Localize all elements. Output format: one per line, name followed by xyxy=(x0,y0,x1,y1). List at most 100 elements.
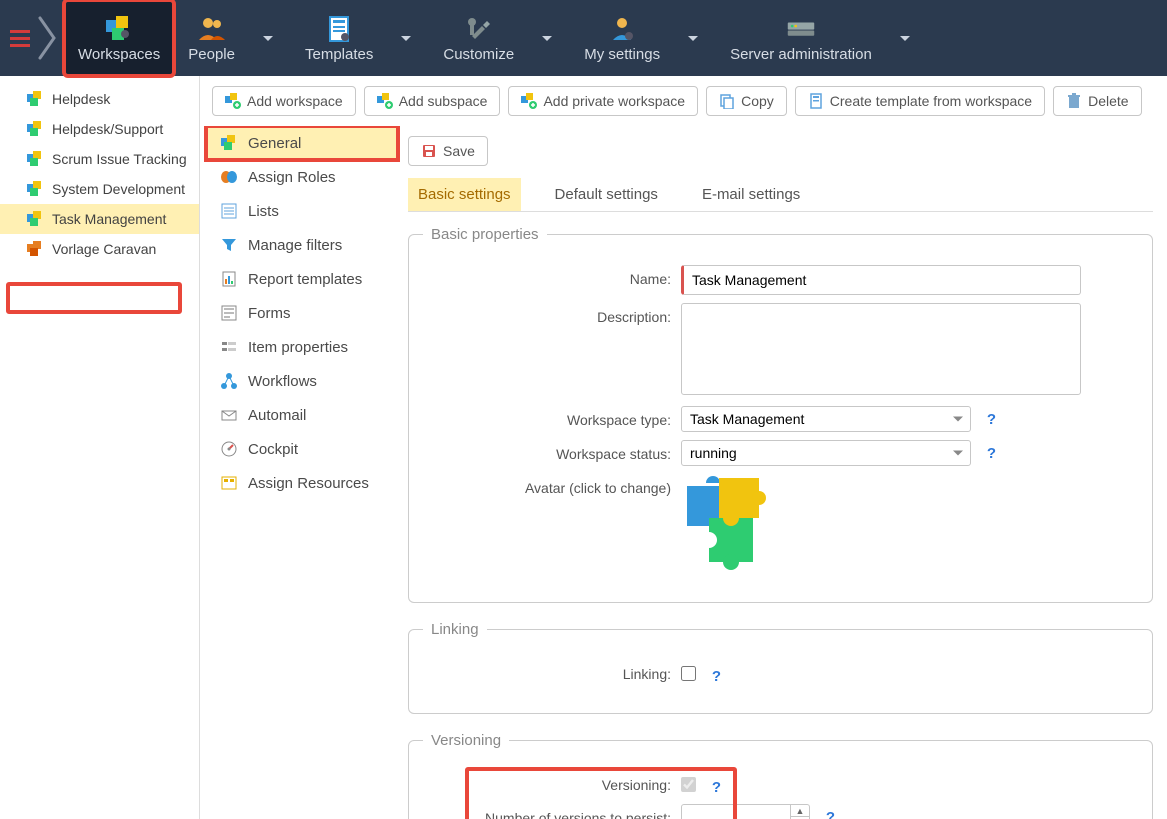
workspace-type-label: Workspace type: xyxy=(423,406,671,428)
chevron-down-icon[interactable] xyxy=(401,36,411,41)
description-label: Description: xyxy=(423,303,671,325)
add-subspace-button[interactable]: Add subspace xyxy=(364,86,501,116)
settings-nav-report-templates[interactable]: Report templates xyxy=(206,262,398,296)
masks-icon xyxy=(220,168,238,186)
nav-label: Customize xyxy=(443,46,514,63)
resources-icon xyxy=(220,474,238,492)
settings-nav-workflows[interactable]: Workflows xyxy=(206,364,398,398)
button-label: Copy xyxy=(741,93,774,109)
settings-nav-label: Report templates xyxy=(248,271,362,288)
nav-my-settings[interactable]: My settings xyxy=(570,0,674,76)
settings-nav-cockpit[interactable]: Cockpit xyxy=(206,432,398,466)
help-icon[interactable]: ? xyxy=(987,411,996,428)
nav-templates[interactable]: Templates xyxy=(291,0,387,76)
settings-nav-manage-filters[interactable]: Manage filters xyxy=(206,228,398,262)
versioning-label: Versioning: xyxy=(423,771,671,793)
nav-server-admin[interactable]: Server administration xyxy=(716,0,886,76)
puzzle-icon xyxy=(26,210,44,228)
nav-label: Server administration xyxy=(730,46,872,63)
tree-item-helpdesk-support[interactable]: Helpdesk/Support xyxy=(0,114,199,144)
tree-item-vorlage[interactable]: Vorlage Caravan xyxy=(0,234,199,264)
versions-persist-input[interactable] xyxy=(681,804,791,819)
button-label: Add workspace xyxy=(247,93,343,109)
description-textarea[interactable] xyxy=(681,303,1081,395)
chevron-down-icon[interactable] xyxy=(688,36,698,41)
form-icon xyxy=(220,304,238,322)
tree-label: Vorlage Caravan xyxy=(52,241,156,257)
settings-nav-item-properties[interactable]: Item properties xyxy=(206,330,398,364)
chevron-down-icon[interactable] xyxy=(542,36,552,41)
tree-label: Helpdesk/Support xyxy=(52,121,163,137)
add-workspace-button[interactable]: Add workspace xyxy=(212,86,356,116)
automail-icon xyxy=(220,406,238,424)
save-button[interactable]: Save xyxy=(408,136,488,166)
nav-label: People xyxy=(188,46,235,63)
create-template-button[interactable]: Create template from workspace xyxy=(795,86,1045,116)
settings-tabs: Basic settings Default settings E-mail s… xyxy=(408,178,1153,212)
fieldset-legend: Versioning xyxy=(423,732,509,749)
button-label: Add private workspace xyxy=(543,93,685,109)
fieldset-legend: Linking xyxy=(423,621,487,638)
puzzle-icon xyxy=(26,150,44,168)
hamburger-icon[interactable] xyxy=(6,26,34,51)
settings-nav-assign-resources[interactable]: Assign Resources xyxy=(206,466,398,500)
tree-item-scrum[interactable]: Scrum Issue Tracking xyxy=(0,144,199,174)
button-label: Delete xyxy=(1088,93,1128,109)
settings-nav-label: Lists xyxy=(248,203,279,220)
puzzle-icon xyxy=(26,240,44,258)
settings-nav-lists[interactable]: Lists xyxy=(206,194,398,228)
template-icon xyxy=(808,93,824,109)
delete-button[interactable]: Delete xyxy=(1053,86,1141,116)
tree-item-helpdesk[interactable]: Helpdesk xyxy=(0,84,199,114)
nav-workspaces[interactable]: Workspaces xyxy=(64,0,174,76)
settings-nav-forms[interactable]: Forms xyxy=(206,296,398,330)
name-input[interactable] xyxy=(681,265,1081,295)
avatar-picker[interactable] xyxy=(681,474,781,574)
puzzle-icon xyxy=(26,120,44,138)
settings-nav-assign-roles[interactable]: Assign Roles xyxy=(206,160,398,194)
copy-icon xyxy=(719,93,735,109)
trash-icon xyxy=(1066,93,1082,109)
chevron-down-icon[interactable] xyxy=(900,36,910,41)
templates-icon xyxy=(324,14,354,44)
tab-basic-settings[interactable]: Basic settings xyxy=(408,178,521,211)
workspace-status-label: Workspace status: xyxy=(423,440,671,462)
settings-nav-general[interactable]: General xyxy=(206,126,398,160)
puzzle-icon xyxy=(26,90,44,108)
puzzle-add-icon xyxy=(377,93,393,109)
button-label: Save xyxy=(443,143,475,159)
help-icon[interactable]: ? xyxy=(712,779,721,796)
tab-email-settings[interactable]: E-mail settings xyxy=(692,178,810,211)
settings-nav-label: Assign Resources xyxy=(248,475,369,492)
workspace-status-select[interactable]: running xyxy=(681,440,971,466)
workspace-tree: Helpdesk Helpdesk/Support Scrum Issue Tr… xyxy=(0,76,200,819)
nav-label: Templates xyxy=(305,46,373,63)
tree-label: Helpdesk xyxy=(52,91,110,107)
button-label: Create template from workspace xyxy=(830,93,1032,109)
customize-icon xyxy=(464,14,494,44)
settings-nav-automail[interactable]: Automail xyxy=(206,398,398,432)
help-icon[interactable]: ? xyxy=(987,445,996,462)
linking-label: Linking: xyxy=(423,660,671,682)
workspace-type-select[interactable]: Task Management xyxy=(681,406,971,432)
basic-properties-fieldset: Basic properties Name: Description: Work… xyxy=(408,226,1153,603)
tree-label: Task Management xyxy=(52,211,166,227)
chevron-down-icon[interactable] xyxy=(263,36,273,41)
tree-item-task-management[interactable]: Task Management xyxy=(0,204,199,234)
linking-checkbox[interactable] xyxy=(681,666,696,681)
add-private-workspace-button[interactable]: Add private workspace xyxy=(508,86,698,116)
help-icon[interactable]: ? xyxy=(712,668,721,685)
settings-content: Save Basic settings Default settings E-m… xyxy=(398,126,1167,819)
nav-people[interactable]: People xyxy=(174,0,249,76)
puzzle-add-icon xyxy=(225,93,241,109)
tree-label: Scrum Issue Tracking xyxy=(52,151,187,167)
copy-button[interactable]: Copy xyxy=(706,86,787,116)
button-label: Add subspace xyxy=(399,93,488,109)
list-icon xyxy=(220,202,238,220)
spinner-buttons[interactable]: ▲▼ xyxy=(791,804,810,819)
versioning-checkbox[interactable] xyxy=(681,777,696,792)
help-icon[interactable]: ? xyxy=(826,809,835,819)
tab-default-settings[interactable]: Default settings xyxy=(545,178,668,211)
tree-item-sysdev[interactable]: System Development xyxy=(0,174,199,204)
nav-customize[interactable]: Customize xyxy=(429,0,528,76)
